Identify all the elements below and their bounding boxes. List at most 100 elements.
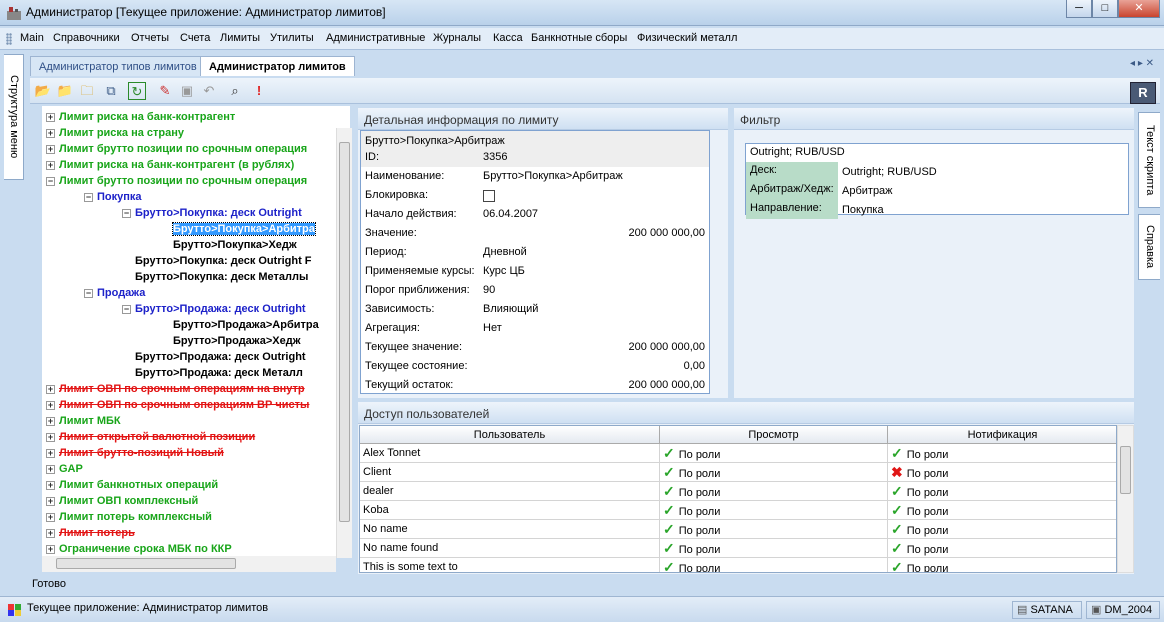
close-button[interactable]: ✕ (1118, 0, 1160, 18)
expand-icon[interactable]: + (46, 112, 55, 122)
expand-icon[interactable]: + (46, 144, 55, 154)
menu-limits[interactable]: Лимиты (220, 32, 260, 44)
view-cell[interactable]: ✓ По роли (660, 520, 888, 539)
view-cell[interactable]: ✓ По роли (660, 444, 888, 463)
expand-icon[interactable]: + (46, 160, 55, 170)
table-row[interactable]: Koba ✓ По роли ✓ По роли (360, 501, 1116, 520)
tree-node[interactable]: + Лимит брутто-позиций Новый (46, 446, 224, 462)
notify-cell[interactable]: ✓ По роли (888, 520, 1116, 539)
tree-node[interactable]: − Покупка (84, 190, 142, 206)
expand-icon[interactable]: + (46, 544, 55, 554)
table-row[interactable]: No name found ✓ По роли ✓ По роли (360, 539, 1116, 558)
tree-node[interactable]: Брутто>Продажа>Арбитра (160, 318, 319, 334)
undo-icon[interactable]: ↶ (200, 82, 218, 100)
tree-node[interactable]: Брутто>Покупка>Хедж (160, 238, 297, 254)
menu-accounts[interactable]: Счета (180, 32, 210, 44)
collapse-icon[interactable]: − (122, 208, 131, 218)
tree-node[interactable]: + Лимит риска на банк-контрагент (46, 110, 235, 126)
menu-physical-metal[interactable]: Физический металл (637, 32, 737, 44)
menu-cash[interactable]: Касса (493, 32, 523, 44)
tab-limits-admin[interactable]: Администратор лимитов (200, 56, 355, 76)
notify-cell[interactable]: ✓ По роли (888, 501, 1116, 520)
tab-help[interactable]: Справка (1138, 214, 1160, 280)
tree-node[interactable]: Брутто>Покупка: деск Металлы (122, 270, 308, 286)
column-header-notify[interactable]: Нотификация (888, 426, 1116, 444)
expand-icon[interactable]: + (46, 128, 55, 138)
menu-main[interactable]: Main (20, 32, 44, 44)
tree-node[interactable]: Брутто>Продажа: деск Металл (122, 366, 303, 382)
tree-node[interactable]: Брутто>Покупка>Арбитра (160, 222, 316, 238)
menu-structure-tab[interactable]: Структура меню (4, 54, 24, 180)
table-row[interactable]: Alex Tonnet ✓ По роли ✓ По роли (360, 444, 1116, 463)
expand-icon[interactable]: + (46, 400, 55, 410)
notify-cell[interactable]: ✓ По роли (888, 539, 1116, 558)
tree-node[interactable]: Брутто>Продажа>Хедж (160, 334, 301, 350)
view-cell[interactable]: ✓ По роли (660, 539, 888, 558)
expand-icon[interactable]: + (46, 448, 55, 458)
tree-horizontal-scrollbar[interactable] (42, 556, 336, 572)
tree-node[interactable]: − Брутто>Покупка: деск Outright (122, 206, 302, 222)
table-row[interactable]: No name ✓ По роли ✓ По роли (360, 520, 1116, 539)
tree-vertical-scrollbar[interactable] (336, 128, 352, 558)
open-folder-icon[interactable]: 📂 (34, 82, 52, 100)
menu-administrative[interactable]: Административные (326, 32, 425, 44)
tree-node[interactable]: + Лимит потерь комплексный (46, 510, 212, 526)
collapse-icon[interactable]: − (84, 192, 93, 202)
tree-node[interactable]: − Брутто>Продажа: деск Outright (122, 302, 306, 318)
script-logo-icon[interactable]: R (1130, 82, 1156, 104)
grid-vertical-scrollbar[interactable] (1117, 425, 1134, 573)
expand-icon[interactable]: + (46, 480, 55, 490)
menu-banknote-fees[interactable]: Банкнотные сборы (531, 32, 627, 44)
menu-directories[interactable]: Справочники (53, 32, 120, 44)
save-icon[interactable]: ▣ (178, 82, 196, 100)
tree-node[interactable]: Брутто>Продажа: деск Outright (122, 350, 306, 366)
blocking-checkbox[interactable] (483, 190, 495, 202)
expand-icon[interactable]: + (46, 384, 55, 394)
table-row[interactable]: Client ✓ По роли ✖ По роли (360, 463, 1116, 482)
tree-node[interactable]: + Лимит ОВП по срочным операциям ВР чисты (46, 398, 309, 414)
collapse-icon[interactable]: − (46, 176, 55, 186)
tree-node[interactable]: + GAP (46, 462, 83, 478)
tree-node[interactable]: + Лимит брутто позиции по срочным операци… (46, 142, 307, 158)
expand-icon[interactable]: + (46, 512, 55, 522)
collapse-icon[interactable]: − (84, 288, 93, 298)
menu-utilities[interactable]: Утилиты (270, 32, 314, 44)
find-icon[interactable]: ⌕ (226, 82, 244, 100)
tree-node[interactable]: + Лимит риска на страну (46, 126, 184, 142)
notify-cell[interactable]: ✓ По роли (888, 444, 1116, 463)
refresh-icon[interactable]: ↻ (128, 82, 146, 100)
tree-node[interactable]: + Лимит ОВП по срочным операциям на внутр (46, 382, 305, 398)
notify-cell[interactable]: ✓ По роли (888, 558, 1116, 572)
column-header-view[interactable]: Просмотр (660, 426, 888, 444)
tab-limit-types-admin[interactable]: Администратор типов лимитов (30, 56, 206, 76)
copy-icon[interactable]: ⧉ (102, 82, 120, 100)
edit-icon[interactable]: ✎ (156, 82, 174, 100)
menu-journals[interactable]: Журналы (433, 32, 481, 44)
folder-icon[interactable]: 🗀 (78, 82, 96, 100)
tab-navigation[interactable]: ◂ ▸ ✕ (1130, 58, 1154, 69)
view-cell[interactable]: ✓ По роли (660, 501, 888, 520)
tree-node[interactable]: + Лимит ОВП комплексный (46, 494, 198, 510)
view-cell[interactable]: ✓ По роли (660, 482, 888, 501)
tree-node[interactable]: + Лимит потерь (46, 526, 135, 542)
alert-icon[interactable]: ! (250, 82, 268, 100)
tree-node[interactable]: + Лимит МБК (46, 414, 121, 430)
view-cell[interactable]: ✓ По роли (660, 558, 888, 572)
expand-icon[interactable]: + (46, 416, 55, 426)
menu-reports[interactable]: Отчеты (131, 32, 169, 44)
tree-node[interactable]: Брутто>Покупка: деск Outright F (122, 254, 312, 270)
collapse-icon[interactable]: − (122, 304, 131, 314)
notify-cell[interactable]: ✓ По роли (888, 482, 1116, 501)
expand-icon[interactable]: + (46, 528, 55, 538)
tree-node[interactable]: + Лимит риска на банк-контрагент (в рубля… (46, 158, 294, 174)
minimize-button[interactable]: ─ (1066, 0, 1092, 18)
notify-cell[interactable]: ✖ По роли (888, 463, 1116, 482)
expand-icon[interactable]: + (46, 464, 55, 474)
expand-icon[interactable]: + (46, 496, 55, 506)
column-header-user[interactable]: Пользователь (360, 426, 660, 444)
table-row[interactable]: This is some text to ✓ По роли ✓ По роли (360, 558, 1116, 572)
maximize-button[interactable]: □ (1092, 0, 1118, 18)
tree-node[interactable]: + Лимит банкнотных операций (46, 478, 218, 494)
tree-node[interactable]: − Лимит брутто позиции по срочным операци… (46, 174, 307, 190)
new-folder-icon[interactable]: 📁 (56, 82, 74, 100)
